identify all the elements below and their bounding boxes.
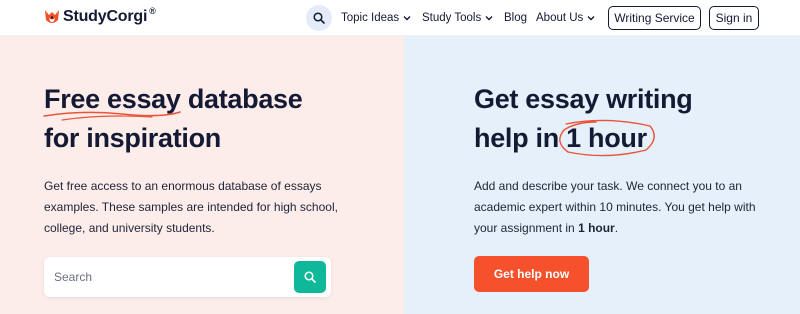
headline-highlight-text: 1 hour xyxy=(566,123,647,153)
brand-name: StudyCorgi xyxy=(63,8,148,25)
writing-help-panel xyxy=(404,36,800,314)
headline-pre: help in xyxy=(474,123,567,153)
essay-search-submit-button[interactable] xyxy=(294,261,326,293)
search-icon xyxy=(313,12,325,24)
headline-highlight-text: Free essay xyxy=(44,84,181,114)
registered-mark: ® xyxy=(149,6,156,16)
writing-help-headline: Get essay writing help in 1 hour xyxy=(474,80,693,158)
headline-rest: database xyxy=(180,84,303,114)
chevron-down-icon xyxy=(485,16,493,21)
nav-about-us-label: About Us xyxy=(536,12,584,24)
logo[interactable]: StudyCorgi ® xyxy=(44,6,156,26)
get-help-now-button[interactable]: Get help now xyxy=(474,256,589,292)
search-icon xyxy=(304,271,316,283)
nav-study-tools-label: Study Tools xyxy=(422,12,482,24)
description-bold: 1 hour xyxy=(578,221,615,235)
writing-service-button[interactable]: Writing Service xyxy=(608,6,701,30)
essay-database-headline: Free essay database for inspiration xyxy=(43,80,303,158)
nav-about-us[interactable]: About Us xyxy=(536,0,595,36)
essay-search-input[interactable] xyxy=(54,267,284,287)
writing-help-description: Add and describe your task. We connect y… xyxy=(474,176,774,239)
essay-search-box xyxy=(44,257,331,297)
essay-database-description: Get free access to an enormous database … xyxy=(44,179,338,235)
chevron-down-icon xyxy=(587,16,595,21)
nav-blog-label: Blog xyxy=(504,12,528,24)
header-search-button[interactable] xyxy=(306,5,332,31)
nav-topic-ideas-label: Topic Ideas xyxy=(341,12,400,24)
nav-blog[interactable]: Blog xyxy=(504,0,527,36)
headline-underline-highlight: Free essay xyxy=(43,80,181,121)
headline-line2: for inspiration xyxy=(44,123,221,153)
nav-study-tools[interactable]: Study Tools xyxy=(422,0,493,36)
nav-topic-ideas[interactable]: Topic Ideas xyxy=(341,0,411,36)
corgi-logo-icon xyxy=(45,10,59,23)
description-end: . xyxy=(614,221,619,235)
site-header: StudyCorgi ® Topic Ideas Study Tools Blo… xyxy=(0,0,800,36)
sign-in-button[interactable]: Sign in xyxy=(709,6,759,30)
chevron-down-icon xyxy=(403,16,411,21)
headline-circle-highlight: 1 hour xyxy=(559,119,655,158)
headline-line1: Get essay writing xyxy=(474,84,693,114)
